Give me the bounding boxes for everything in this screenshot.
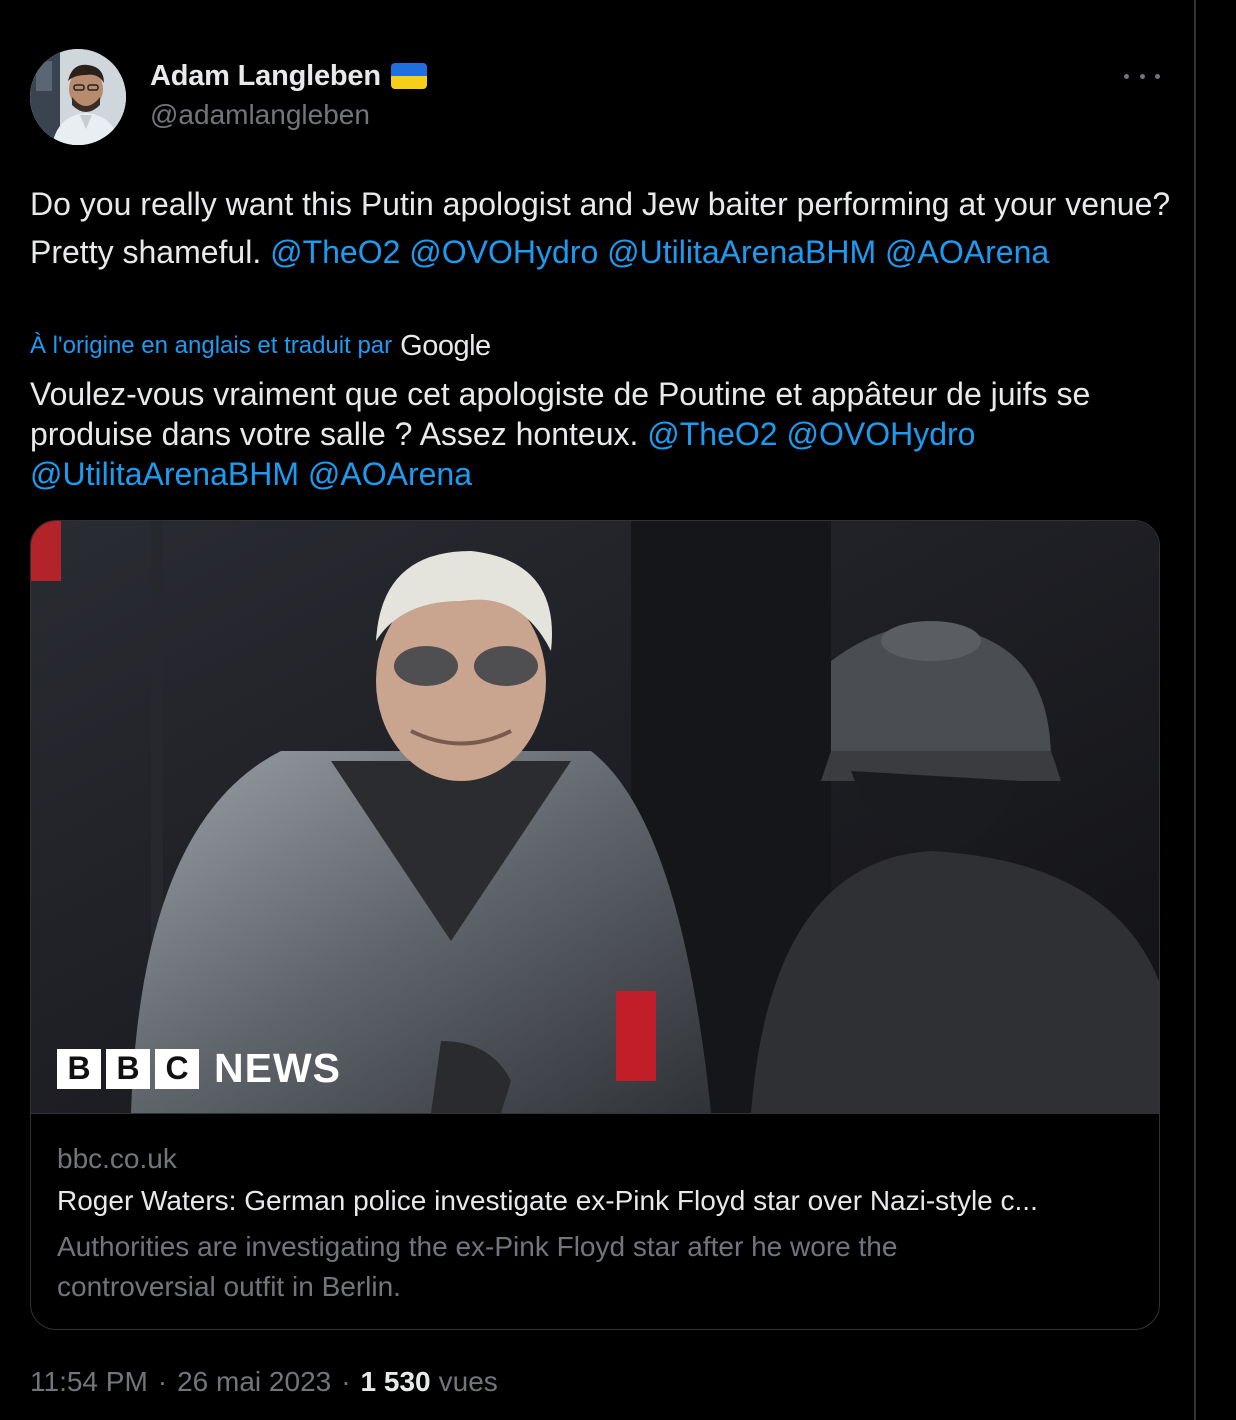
translated-mention-utilitaarenabhm[interactable]: @UtilitaArenaBHM bbox=[30, 456, 299, 492]
author-name-row[interactable]: Adam Langleben bbox=[150, 58, 427, 94]
translation-source-link[interactable]: À l'origine en anglais et traduit par bbox=[30, 332, 392, 360]
card-domain: bbc.co.uk bbox=[57, 1143, 177, 1174]
translated-text: Voulez-vous vraiment que cet apologiste … bbox=[30, 374, 1180, 494]
more-options-icon[interactable] bbox=[1124, 66, 1160, 86]
translated-mention-aoarena[interactable]: @AOArena bbox=[308, 456, 472, 492]
bbc-logo-letter: B bbox=[57, 1048, 101, 1089]
avatar[interactable] bbox=[30, 49, 126, 145]
bbc-news-logo: B B C NEWS bbox=[57, 1045, 341, 1092]
link-preview-card[interactable]: B B C NEWS bbc.co.uk Roger Waters: Germa… bbox=[30, 520, 1160, 1330]
tweet-date[interactable]: 26 mai 2023 bbox=[177, 1366, 331, 1398]
views-label: vues bbox=[438, 1366, 498, 1397]
card-image: B B C NEWS bbox=[31, 521, 1159, 1113]
timeline-border bbox=[1194, 0, 1196, 1420]
card-title[interactable]: Roger Waters: German police investigate … bbox=[57, 1185, 1137, 1217]
mention-theo2[interactable]: @TheO2 bbox=[270, 234, 400, 270]
views-count: 1 530 bbox=[360, 1366, 431, 1397]
tweet-text: Do you really want this Putin apologist … bbox=[30, 180, 1180, 276]
translated-mention-theo2[interactable]: @TheO2 bbox=[647, 416, 777, 452]
bbc-logo-letter: B bbox=[106, 1048, 150, 1089]
mention-ovohydro[interactable]: @OVOHydro bbox=[409, 234, 598, 270]
translation-attribution: À l'origine en anglais et traduit par Go… bbox=[30, 328, 491, 364]
meta-separator: · bbox=[341, 1366, 351, 1397]
google-logo: Google bbox=[400, 329, 491, 362]
card-description: Authorities are investigating the ex-Pin… bbox=[57, 1231, 898, 1302]
mention-aoarena[interactable]: @AOArena bbox=[885, 234, 1049, 270]
meta-separator: · bbox=[157, 1366, 168, 1397]
card-divider bbox=[31, 1113, 1159, 1114]
tweet-time[interactable]: 11:54 PM bbox=[30, 1366, 148, 1398]
ukraine-flag-icon bbox=[390, 63, 427, 89]
author-display-name[interactable]: Adam Langleben bbox=[150, 60, 381, 93]
mention-utilitaarenabhm[interactable]: @UtilitaArenaBHM bbox=[607, 234, 876, 270]
bbc-logo-letter: C bbox=[155, 1048, 199, 1089]
translated-mention-ovohydro[interactable]: @OVOHydro bbox=[786, 416, 975, 452]
bbc-logo-news: NEWS bbox=[214, 1045, 341, 1091]
author-handle[interactable]: @adamlangleben bbox=[150, 99, 370, 131]
tweet-meta: 11:54 PM · 26 mai 2023 · 1 530 vues bbox=[30, 1366, 498, 1398]
